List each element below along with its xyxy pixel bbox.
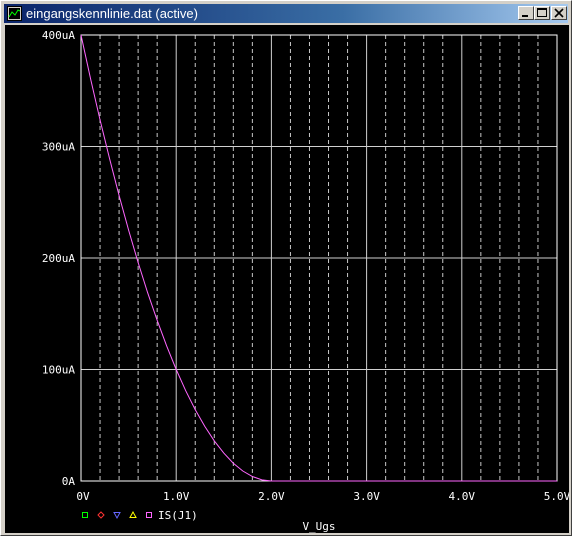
legend-trace-square-icon <box>146 512 152 518</box>
maximize-icon <box>537 8 547 17</box>
legend-trace-label: IS(J1) <box>158 509 198 522</box>
x-tick-label: 4.0V <box>449 490 476 503</box>
y-tick-label: 100uA <box>42 364 75 377</box>
legend-up-triangle-icon <box>129 510 137 518</box>
x-tick-label: 5.0V <box>544 490 569 503</box>
x-tick-label: 1.0V <box>163 490 190 503</box>
legend-diamond-icon <box>97 511 105 519</box>
close-button[interactable] <box>551 6 567 20</box>
legend-down-triangle-icon <box>113 512 121 520</box>
maximize-button[interactable] <box>534 6 550 20</box>
major-grid <box>80 34 558 482</box>
x-tick-label: 2.0V <box>258 490 285 503</box>
chart-svg[interactable]: 0A 100uA 200uA 300uA 400uA 0V 1.0V 2.0V 3.0V 4.0… <box>5 25 569 533</box>
x-tick-label: 3.0V <box>353 490 380 503</box>
close-icon <box>554 8 564 18</box>
probe-app-icon[interactable] <box>7 6 22 21</box>
y-axis-labels: 0A 100uA 200uA 300uA 400uA <box>42 29 75 488</box>
y-tick-label: 300uA <box>42 141 75 154</box>
y-tick-label: 400uA <box>42 29 75 42</box>
x-axis-labels: 0V 1.0V 2.0V 3.0V 4.0V 5.0V <box>76 490 569 503</box>
legend[interactable]: IS(J1) <box>82 509 198 522</box>
minimize-icon <box>522 15 528 17</box>
y-tick-label: 200uA <box>42 252 75 265</box>
window-title: eingangskennlinie.dat (active) <box>26 6 198 21</box>
probe-window: eingangskennlinie.dat (active) 0A 100uA 20… <box>0 0 572 536</box>
x-axis-title: V_Ugs <box>302 520 335 533</box>
minimize-button[interactable] <box>518 6 534 20</box>
plot-area[interactable]: 0A 100uA 200uA 300uA 400uA 0V 1.0V 2.0V 3.0V 4.0… <box>5 25 569 533</box>
legend-square-icon <box>82 512 88 518</box>
title-bar[interactable]: eingangskennlinie.dat (active) <box>4 4 568 23</box>
y-tick-label: 0A <box>62 475 76 488</box>
x-tick-label: 0V <box>76 490 90 503</box>
